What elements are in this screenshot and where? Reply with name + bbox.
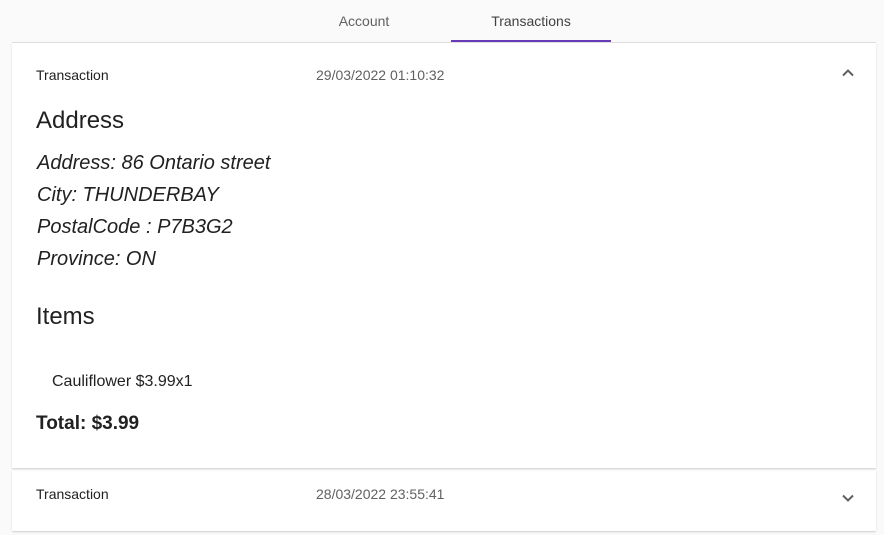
transaction-panel: Transaction 28/03/2022 23:55:41 xyxy=(12,471,876,531)
chevron-down-icon[interactable] xyxy=(840,490,856,506)
address-province: Province: ON xyxy=(37,248,156,270)
tab-account[interactable]: Account xyxy=(284,0,444,42)
address-street: Address: 86 Ontario street xyxy=(37,152,271,174)
transaction-panel: Transaction 29/03/2022 01:10:32 Address … xyxy=(12,43,876,468)
list-item: Cauliflower $3.99x1 xyxy=(52,373,193,390)
address-city: City: THUNDERBAY xyxy=(37,184,219,206)
transaction-title: Transaction xyxy=(36,67,109,83)
tab-transactions-label: Transactions xyxy=(491,13,571,29)
tab-transactions[interactable]: Transactions xyxy=(451,0,611,42)
transaction-date: 28/03/2022 23:55:41 xyxy=(316,486,445,502)
tab-account-label: Account xyxy=(338,13,390,29)
transaction-panel-header[interactable]: Transaction 29/03/2022 01:10:32 xyxy=(12,43,876,107)
order-total: Total: $3.99 xyxy=(36,413,140,434)
address-postal-code: PostalCode : P7B3G2 xyxy=(37,216,233,238)
address-heading: Address xyxy=(36,107,125,134)
transaction-date: 29/03/2022 01:10:32 xyxy=(316,67,445,83)
items-heading: Items xyxy=(36,303,95,330)
transaction-title: Transaction xyxy=(36,486,109,502)
transaction-panel-header[interactable]: Transaction 28/03/2022 23:55:41 xyxy=(12,471,876,535)
tab-bar: Account Transactions xyxy=(0,0,884,42)
chevron-up-icon[interactable] xyxy=(840,65,856,81)
